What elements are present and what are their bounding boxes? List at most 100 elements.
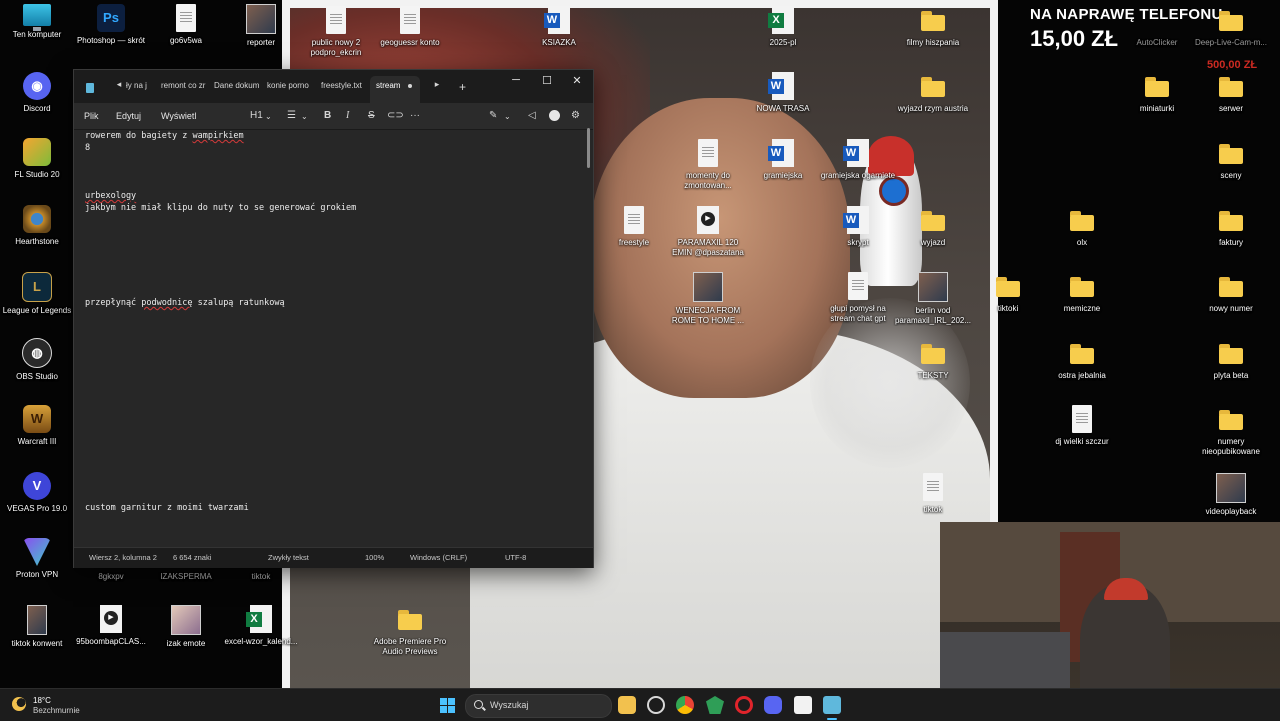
- desktop-icon-momenty[interactable]: momenty do zmontowan...: [668, 139, 748, 191]
- desktop-icon-miniaturki[interactable]: miniaturki: [1117, 72, 1197, 114]
- browser-shield-icon[interactable]: [706, 696, 724, 714]
- tab-3[interactable]: Dane dokum: [214, 81, 260, 90]
- desktop-icon-izaksperma[interactable]: IZAKSPERMA: [146, 568, 226, 582]
- more-options-button[interactable]: ···: [410, 110, 420, 121]
- desktop-icon-glupi-pomysl[interactable]: głupi pomysł na stream chat gpt: [818, 272, 898, 324]
- desktop-icon-ksiazka[interactable]: KSIAZKA: [519, 6, 599, 48]
- desktop-icon-nowy-numer[interactable]: nowy numer: [1191, 272, 1271, 314]
- chevron-down-icon[interactable]: ⌄: [504, 112, 511, 121]
- desktop-icon-public-nowy[interactable]: public nowy 2 podpro_ekcrin: [296, 6, 376, 58]
- status-encoding[interactable]: UTF-8: [505, 553, 526, 562]
- menu-view[interactable]: Wyświetl: [161, 111, 196, 121]
- desktop-icon-ten-komputer[interactable]: Ten komputer: [0, 4, 77, 40]
- desktop-icon-obs-studio[interactable]: ◍ OBS Studio: [0, 338, 77, 382]
- desktop-icon-geoguessr[interactable]: geoguessr konto: [370, 6, 450, 48]
- tab-5[interactable]: freestyle.txt: [321, 81, 367, 90]
- desktop-icon-fl-studio[interactable]: FL Studio 20: [0, 138, 77, 180]
- notepad-taskbar-icon[interactable]: [823, 696, 841, 714]
- desktop-icon-tiktok-konwent[interactable]: tiktok konwent: [0, 605, 77, 649]
- desktop-icon-plyta-beta[interactable]: plyta beta: [1191, 339, 1271, 381]
- desktop-icon-excel-wzor[interactable]: excel-wzor_kalend...: [221, 605, 301, 647]
- desktop-icon-nowa-trasa[interactable]: NOWA TRASA: [743, 72, 823, 114]
- desktop-icon-vegas-pro[interactable]: V VEGAS Pro 19.0: [0, 472, 77, 514]
- desktop-icon-skrypt[interactable]: skrypt: [818, 206, 898, 248]
- desktop-icon-2025-pl[interactable]: 2025-pl: [743, 6, 823, 48]
- desktop-icon-numery[interactable]: numery nieopubikowane: [1191, 405, 1271, 457]
- link-icon[interactable]: ⊂⊃: [387, 110, 404, 121]
- desktop-icon-ostra[interactable]: ostra jebalnia: [1042, 339, 1122, 381]
- copilot-icon[interactable]: ✎: [489, 110, 497, 121]
- desktop-icon-dj-wielki-szczur[interactable]: dj wielki szczur: [1042, 405, 1122, 447]
- capcut-icon[interactable]: [794, 696, 812, 714]
- desktop-icon-paramaxil[interactable]: PARAMAXIL 120 EMIN @dpaszatana: [668, 206, 748, 258]
- discord-taskbar-icon[interactable]: [764, 696, 782, 714]
- desktop-icon-serwer[interactable]: serwer: [1191, 72, 1271, 114]
- desktop-icon-go6v5wa[interactable]: go6v5wa: [146, 4, 226, 46]
- opera-icon[interactable]: [735, 696, 753, 714]
- chevron-down-icon[interactable]: ⌄: [301, 112, 308, 121]
- desktop-icon-memiczne[interactable]: memiczne: [1042, 272, 1122, 314]
- desktop-icon-tiktok-middle[interactable]: tiktok: [893, 473, 973, 515]
- tab-scroll-left-icon[interactable]: ◂: [112, 79, 126, 90]
- obs-taskbar-icon[interactable]: [647, 696, 665, 714]
- desktop-icon-sceny[interactable]: sceny: [1191, 139, 1271, 181]
- desktop-icon-proton-vpn[interactable]: Proton VPN: [0, 538, 77, 580]
- taskbar-search-box[interactable]: Wyszukaj: [465, 694, 612, 718]
- tab-scroll-right-icon[interactable]: ▸: [430, 79, 444, 90]
- editor-scrollbar[interactable]: [587, 128, 590, 168]
- desktop-icon-tiktok-left[interactable]: tiktok: [221, 568, 301, 582]
- maximize-button[interactable]: ☐: [534, 74, 560, 87]
- desktop-icon-tiktoki[interactable]: tiktoki: [968, 272, 1048, 314]
- desktop-icon-league-of-legends[interactable]: L League of Legends: [0, 272, 77, 316]
- tab-stream[interactable]: stream: [370, 76, 420, 103]
- account-avatar-icon[interactable]: [549, 110, 560, 121]
- desktop-icon-teksty[interactable]: TEKSTY: [893, 339, 973, 381]
- tab-2[interactable]: remont co zr: [161, 81, 207, 90]
- desktop-icon-discord[interactable]: ◉ Discord: [0, 72, 77, 114]
- menu-edit[interactable]: Edytuj: [116, 111, 141, 121]
- weather-moon-icon[interactable]: [12, 697, 26, 711]
- desktop-icon-wyjazd[interactable]: wyjazd: [893, 206, 973, 248]
- strikethrough-button[interactable]: S: [368, 110, 375, 121]
- heading-dropdown[interactable]: H1: [250, 110, 263, 121]
- tab-1[interactable]: ły na j: [126, 81, 154, 90]
- desktop-icon-izak-emote[interactable]: izak emote: [146, 605, 226, 649]
- desktop-icon-olx[interactable]: olx: [1042, 206, 1122, 248]
- desktop-icon-autoclicker[interactable]: AutoClicker: [1117, 6, 1197, 48]
- desktop-icon-berlin-vod[interactable]: berlin vod paramaxil_IRL_202...: [893, 272, 973, 326]
- status-zoom[interactable]: 100%: [365, 553, 384, 562]
- minimize-button[interactable]: ─: [503, 74, 529, 86]
- menu-file[interactable]: Plik: [84, 111, 99, 121]
- chevron-down-icon[interactable]: ⌄: [265, 112, 272, 121]
- desktop-icon-hearthstone[interactable]: Hearthstone: [0, 205, 77, 247]
- chrome-icon[interactable]: [676, 696, 694, 714]
- tab-4[interactable]: konie porno: [267, 81, 313, 90]
- start-button[interactable]: [440, 698, 455, 713]
- desktop-icon-95boombap[interactable]: 95boombapCLAS...: [71, 605, 151, 647]
- desktop-icon-8gkxpv[interactable]: 8gkxpv: [71, 568, 151, 582]
- list-icon[interactable]: ☰: [287, 110, 296, 121]
- status-line-endings[interactable]: Windows (CRLF): [410, 553, 467, 562]
- status-text-format[interactable]: Zwykły tekst: [268, 553, 309, 562]
- desktop-icon-faktury[interactable]: faktury: [1191, 206, 1271, 248]
- desktop-icon-warcraft[interactable]: W Warcraft III: [0, 405, 77, 447]
- desktop-icon-wenecja[interactable]: WENECJA FROM ROME TO HOME ...: [668, 272, 748, 326]
- bold-button[interactable]: B: [324, 110, 331, 121]
- desktop-icon-reporter[interactable]: reporter: [221, 4, 301, 48]
- desktop-icon-freestyle[interactable]: freestyle: [594, 206, 674, 248]
- desktop-icon-gramiejska[interactable]: gramiejska: [743, 139, 823, 181]
- desktop-icon-gramiejska-ogarniete[interactable]: gramiejska ogarniete: [818, 139, 898, 181]
- file-explorer-icon[interactable]: [618, 696, 636, 714]
- desktop-icon-deep-live-cam[interactable]: Deep-Live-Cam-m...: [1191, 6, 1271, 48]
- weather-condition[interactable]: Bezchmurnie: [33, 706, 80, 715]
- close-button[interactable]: ✕: [564, 74, 590, 87]
- share-icon[interactable]: ◁: [528, 110, 536, 121]
- desktop-icon-videoplayback[interactable]: videoplayback: [1191, 473, 1271, 517]
- weather-temperature[interactable]: 18°C: [33, 696, 51, 705]
- notepad-window[interactable]: ◂ ły na j remont co zr Dane dokum konie …: [73, 69, 594, 568]
- italic-button[interactable]: I: [346, 110, 349, 121]
- notepad-titlebar[interactable]: ◂ ły na j remont co zr Dane dokum konie …: [74, 70, 593, 103]
- notepad-editor[interactable]: rowerem do bagiety z wampirkiem 8 urbexo…: [74, 130, 593, 547]
- settings-gear-icon[interactable]: ⚙: [571, 110, 580, 121]
- desktop-icon-filmy-hiszpania[interactable]: filmy hiszpania: [893, 6, 973, 48]
